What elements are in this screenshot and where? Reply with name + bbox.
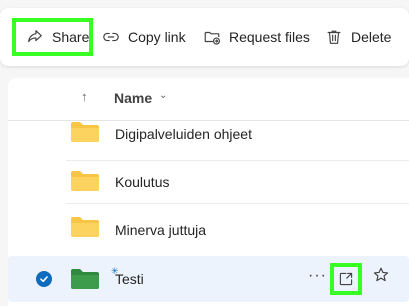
list-item[interactable]: Minerva juttuja bbox=[8, 204, 409, 250]
checkmark-icon bbox=[40, 276, 48, 283]
folder-icon bbox=[71, 171, 99, 191]
item-name[interactable]: Koulutus bbox=[115, 174, 169, 190]
list-header: ↑ Name ⌄ bbox=[8, 78, 409, 118]
list-item-selected[interactable]: ✳ Testi ··· bbox=[8, 256, 409, 302]
item-name[interactable]: Digipalveluiden ohjeet bbox=[115, 126, 252, 142]
share-button[interactable]: Share bbox=[12, 18, 93, 56]
list-item[interactable]: Koulutus bbox=[8, 161, 409, 204]
link-icon bbox=[103, 32, 119, 42]
folder-icon bbox=[71, 217, 99, 237]
arrow-up-icon[interactable]: ↑ bbox=[81, 89, 88, 104]
share-label: Share bbox=[52, 29, 90, 45]
folder-request-icon bbox=[204, 31, 221, 45]
copy-link-label: Copy link bbox=[128, 29, 186, 45]
share-icon bbox=[339, 272, 353, 286]
chevron-down-icon[interactable]: ⌄ bbox=[159, 90, 167, 101]
list-item[interactable]: Digipalveluiden ohjeet bbox=[8, 121, 409, 161]
item-name[interactable]: Minerva juttuja bbox=[115, 222, 206, 238]
command-bar: Share Copy link Request files Delete bbox=[0, 8, 409, 66]
delete-label: Delete bbox=[351, 29, 392, 45]
delete-button[interactable]: Delete bbox=[325, 18, 391, 56]
file-list: ↑ Name ⌄ Digipalveluiden ohjeet Koulutus… bbox=[8, 78, 409, 306]
trash-icon bbox=[327, 30, 341, 44]
folder-icon bbox=[71, 269, 99, 289]
folder-icon bbox=[71, 122, 99, 142]
more-actions-button[interactable]: ··· bbox=[308, 267, 327, 285]
share-icon bbox=[28, 30, 42, 43]
item-name[interactable]: Testi bbox=[115, 271, 144, 287]
request-files-button[interactable]: Request files bbox=[203, 18, 310, 56]
request-files-label: Request files bbox=[229, 29, 310, 45]
column-header-name[interactable]: Name bbox=[114, 90, 152, 106]
row-share-button[interactable] bbox=[330, 263, 362, 295]
selection-check[interactable] bbox=[36, 271, 52, 287]
star-icon[interactable] bbox=[372, 266, 390, 284]
copy-link-button[interactable]: Copy link bbox=[102, 18, 186, 56]
